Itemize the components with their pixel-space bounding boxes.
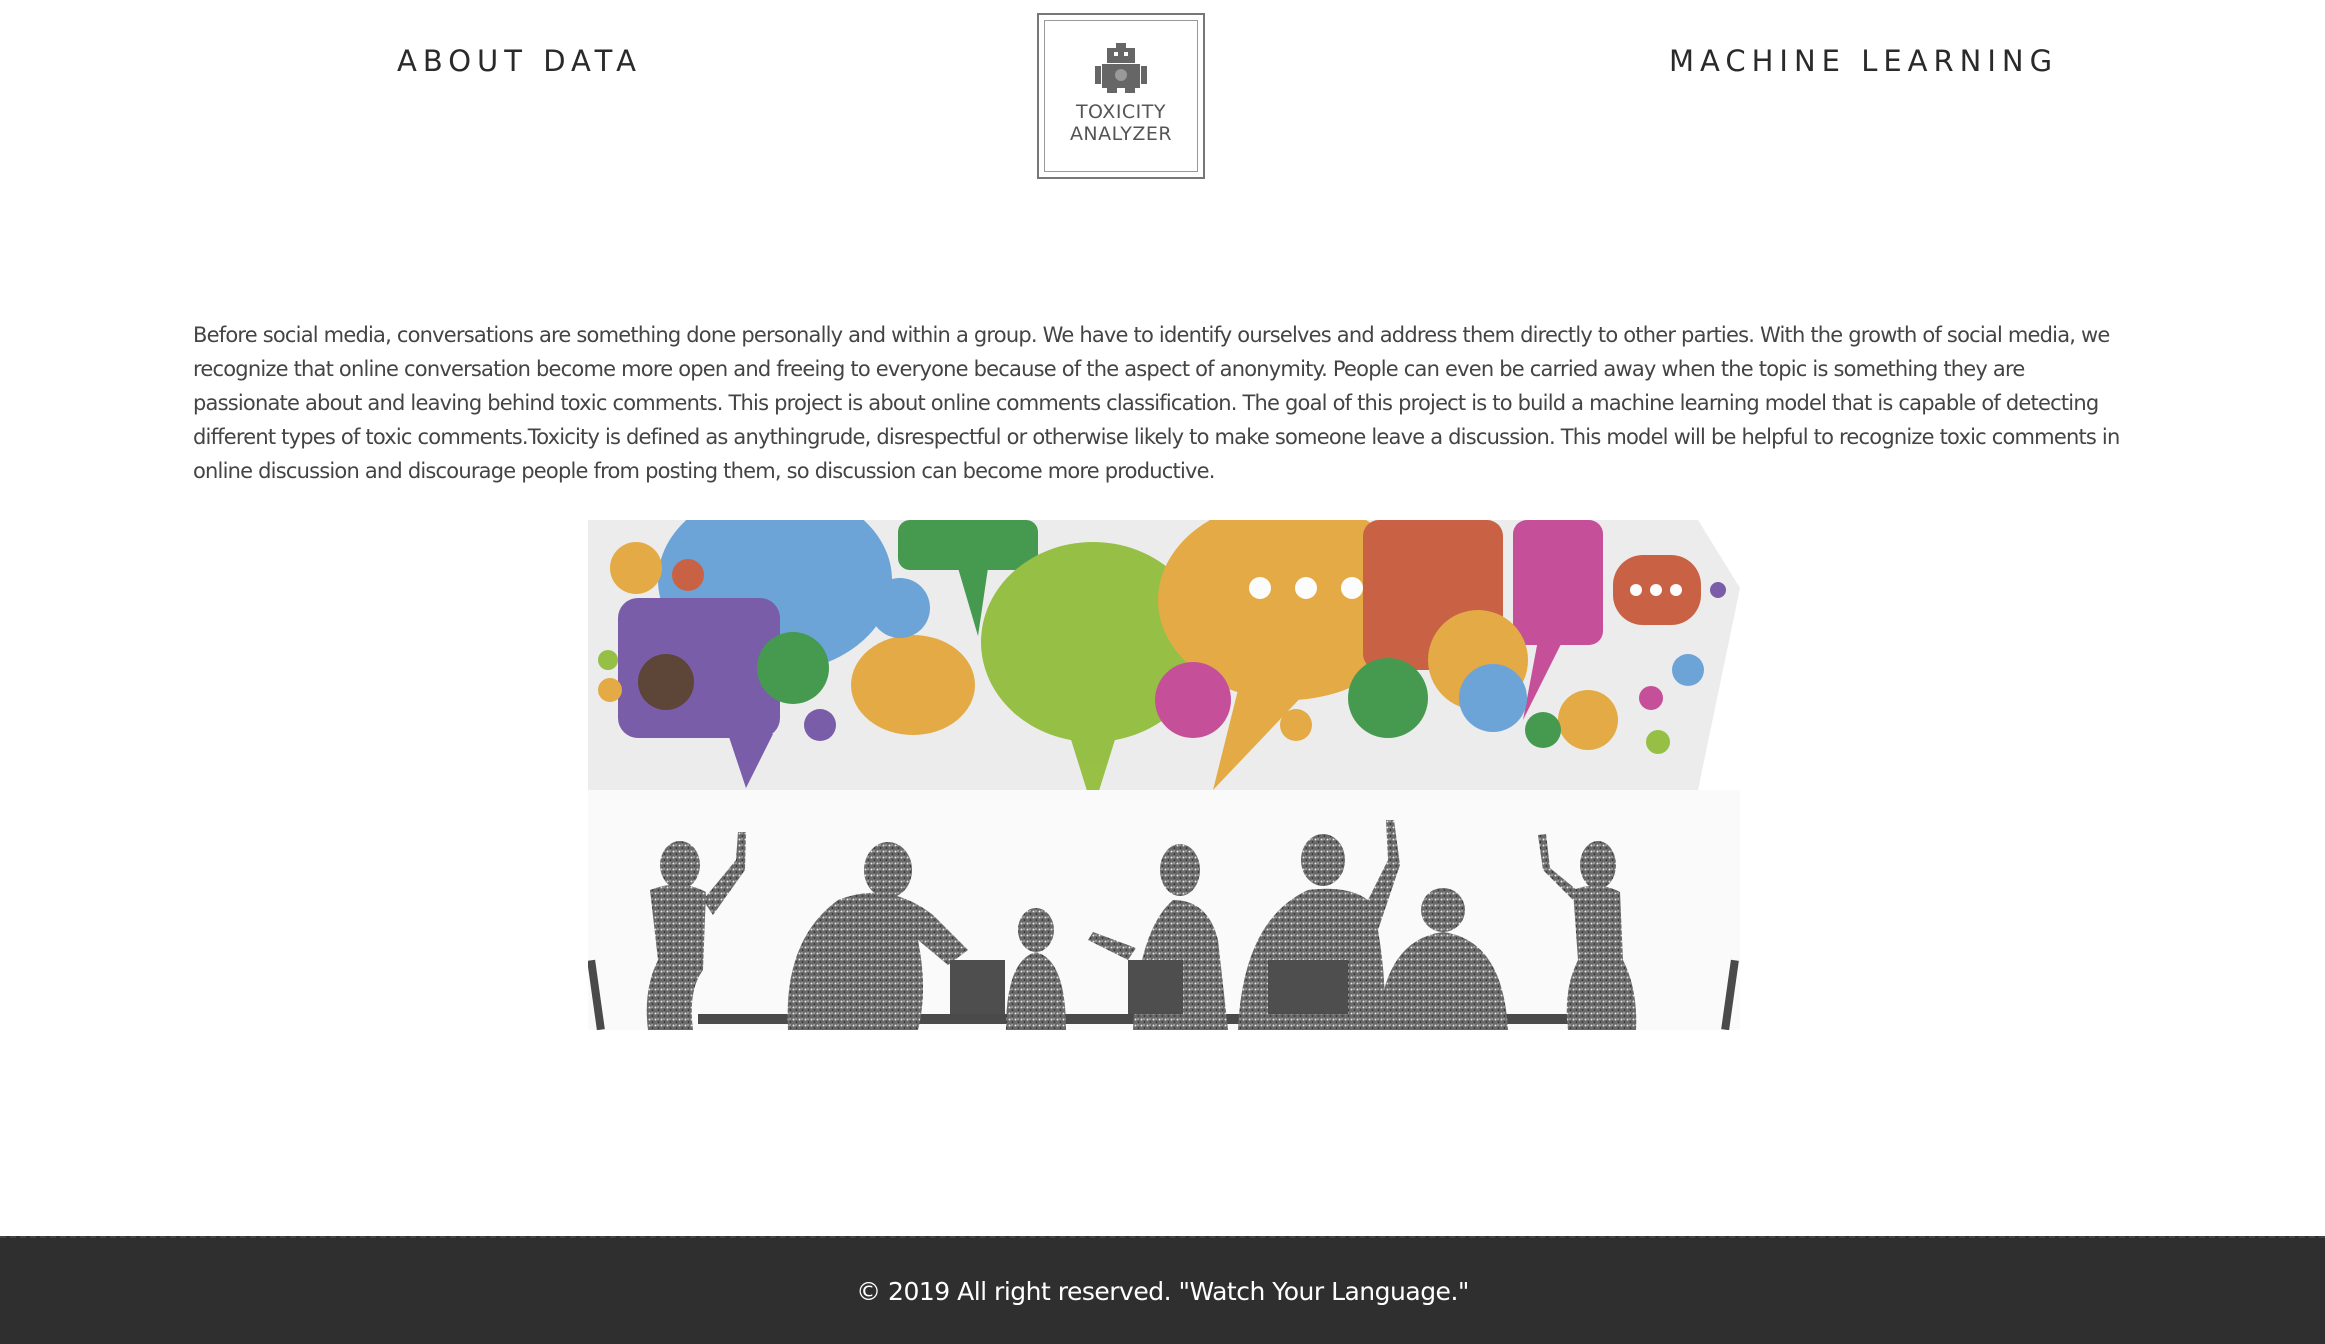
intro-paragraph: Before social media, conversations are s… (193, 323, 2120, 483)
logo-line-2: ANALYZER (1069, 123, 1173, 145)
footer: © 2019 All right reserved. "Watch Your L… (0, 1236, 2325, 1344)
robot-icon (1095, 43, 1147, 93)
nav-about-data[interactable]: ABOUT DATA (397, 44, 642, 78)
speech-bubbles-people-illustration (588, 520, 1740, 1030)
nav-machine-learning[interactable]: MACHINE LEARNING (1669, 44, 2058, 78)
logo-line-1: TOXICITY (1075, 101, 1167, 123)
logo-text: TOXICITY ANALYZER (1070, 101, 1172, 145)
page: ABOUT DATA TOXICITY ANALYZER MACHINE LEA… (0, 0, 2325, 1344)
logo[interactable]: TOXICITY ANALYZER (1037, 13, 1205, 179)
logo-frame: TOXICITY ANALYZER (1044, 20, 1198, 172)
footer-copyright: © 2019 All right reserved. "Watch Your L… (856, 1276, 1469, 1306)
